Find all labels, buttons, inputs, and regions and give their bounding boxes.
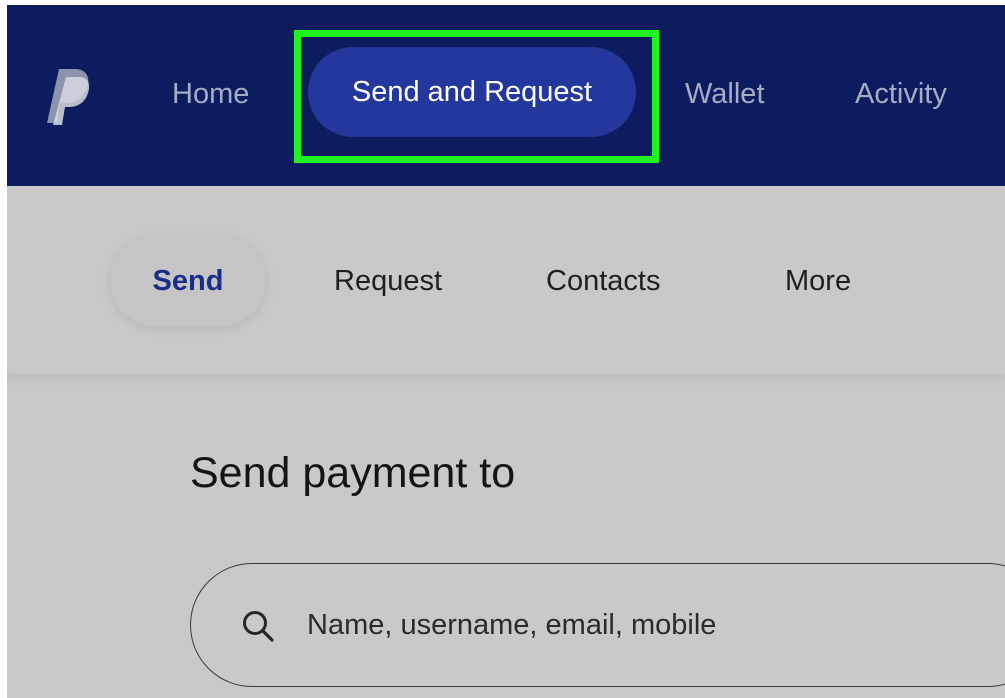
tab-more[interactable]: More — [785, 257, 851, 305]
nav-wallet[interactable]: Wallet — [685, 70, 765, 118]
page-title: Send payment to — [190, 449, 516, 497]
search-icon — [243, 611, 274, 642]
tab-request[interactable]: Request — [334, 257, 442, 305]
app-frame: Home Send and Request Wallet Activity Se… — [7, 5, 1005, 698]
tab-contacts[interactable]: Contacts — [546, 257, 660, 305]
nav-home[interactable]: Home — [172, 70, 249, 118]
recipient-search-input[interactable] — [307, 594, 907, 656]
sub-navigation: Send Request Contacts More — [7, 186, 1005, 374]
nav-activity[interactable]: Activity — [855, 70, 947, 118]
tab-send[interactable]: Send — [110, 257, 266, 305]
highlight-box — [294, 30, 659, 163]
paypal-logo-icon[interactable] — [45, 67, 89, 127]
top-navigation-bar: Home Send and Request Wallet Activity — [7, 5, 1005, 186]
recipient-search-box[interactable] — [190, 563, 1005, 687]
